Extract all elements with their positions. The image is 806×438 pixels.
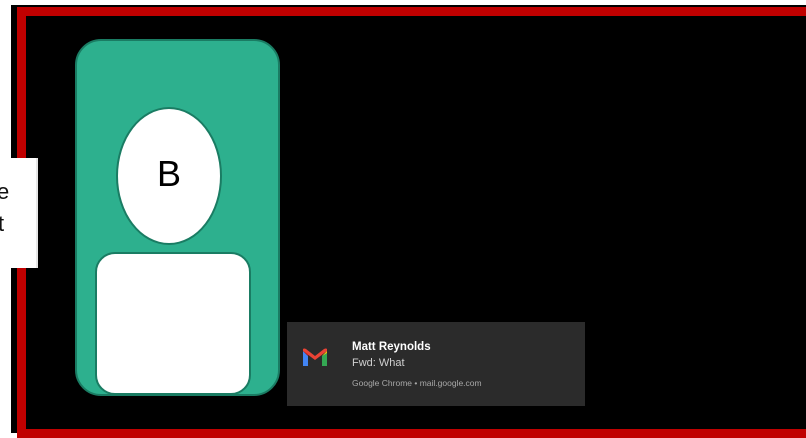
avatar-body bbox=[95, 252, 251, 395]
avatar-head: B bbox=[116, 107, 222, 245]
notification-source: Google Chrome • mail.google.com bbox=[352, 378, 482, 388]
avatar-initial: B bbox=[156, 153, 181, 194]
top-edge bbox=[0, 0, 806, 5]
side-panel-text-fragment-1: e bbox=[0, 179, 9, 205]
side-panel-text-fragment-2: t bbox=[0, 211, 4, 237]
partial-side-panel: e t bbox=[0, 158, 38, 268]
notification-toast[interactable]: Matt Reynolds Fwd: What Google Chrome • … bbox=[287, 322, 585, 406]
notification-message: Fwd: What bbox=[352, 357, 405, 369]
notification-title: Matt Reynolds bbox=[352, 341, 431, 353]
gmail-icon bbox=[303, 348, 327, 366]
